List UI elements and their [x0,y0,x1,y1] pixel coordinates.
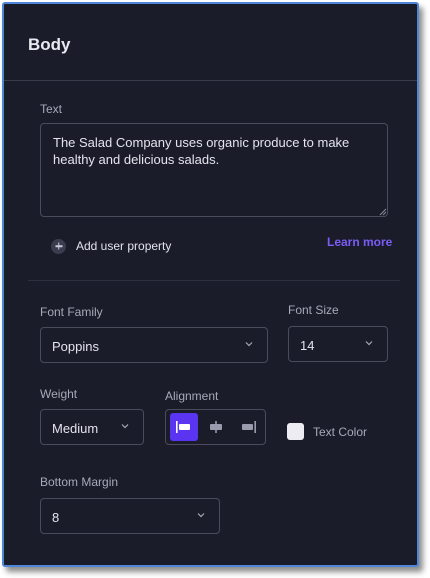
panel-header: Body [4,4,417,81]
align-right-button[interactable] [234,413,262,441]
section-divider [28,280,400,281]
weight-select[interactable]: Medium [40,409,144,445]
panel-title: Body [28,35,71,54]
align-left-icon [176,421,190,433]
add-user-property-button[interactable]: Add user property [51,236,171,256]
bottom-margin-select[interactable]: 8 [40,498,220,534]
plus-circle-icon [51,238,66,254]
alignment-button-group [165,409,266,445]
text-label: Text [40,102,63,116]
font-size-value: 14 [300,338,315,353]
chevron-down-icon [365,341,373,346]
learn-more-link[interactable]: Learn more [327,235,392,249]
weight-value: Medium [52,421,99,436]
bottom-margin-label: Bottom Margin [40,475,119,489]
chevron-down-icon [121,424,129,429]
font-family-value: Poppins [52,339,99,354]
font-size-label: Font Size [288,303,339,317]
font-size-select[interactable]: 14 [288,326,388,362]
bottom-margin-value: 8 [52,510,60,525]
align-left-button[interactable] [170,413,198,441]
add-user-property-label: Add user property [76,239,172,253]
alignment-label: Alignment [165,389,219,403]
font-family-select[interactable]: Poppins [40,327,268,363]
chevron-down-icon [197,513,205,518]
align-right-icon [242,421,256,433]
body-settings-panel: Body Text The Salad Company uses organic… [2,2,419,567]
screenshot-frame: Body Text The Salad Company uses organic… [0,0,430,578]
text-color-swatch[interactable] [287,423,304,440]
resize-grip-icon[interactable] [379,208,387,216]
align-center-icon [210,421,222,433]
text-input[interactable]: The Salad Company uses organic produce t… [40,123,388,217]
weight-label: Weight [40,387,78,401]
align-center-button[interactable] [202,413,230,441]
font-family-label: Font Family [40,305,103,319]
text-color-label: Text Color [313,425,368,439]
chevron-down-icon [245,342,253,347]
